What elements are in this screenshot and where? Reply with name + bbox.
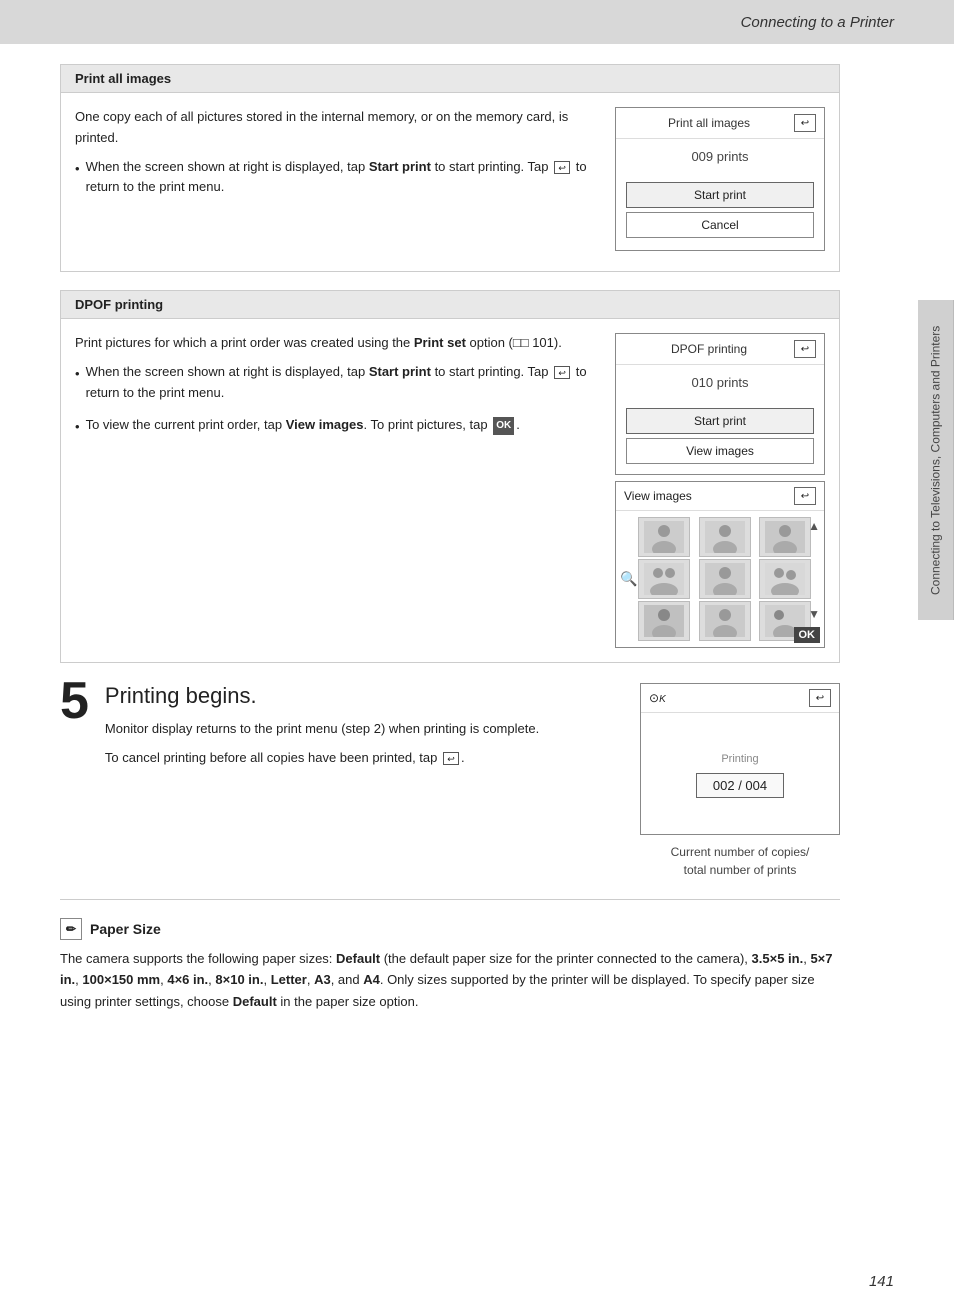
print-all-images-bullet: • When the screen shown at right is disp…	[75, 157, 599, 199]
start-print-btn-dpof[interactable]: Start print	[626, 408, 814, 434]
print-all-images-header: Print all images	[61, 65, 839, 93]
bullet-dot-2: •	[75, 364, 80, 404]
dpof-extra-bullet-text: To view the current print order, tap Vie…	[86, 415, 520, 438]
dpof-printing-text: Print pictures for which a print order w…	[75, 333, 599, 648]
paper-size-section: ✏ Paper Size The camera supports the fol…	[60, 899, 840, 1012]
dpof-mockup: DPOF printing ↩ 010 prints Start print V…	[615, 333, 825, 475]
print-all-images-section: Print all images One copy each of all pi…	[60, 64, 840, 272]
step5-title: Printing begins.	[105, 683, 624, 709]
print-all-images-screen: Print all images ↩ 009 prints Start prin…	[615, 107, 825, 257]
print-all-images-text: One copy each of all pictures stored in …	[75, 107, 599, 257]
step5-section: 5 Printing begins. Monitor display retur…	[60, 683, 840, 879]
printing-body: Printing 002 / 004	[641, 713, 839, 834]
paper-size-text: The camera supports the following paper …	[60, 948, 840, 1012]
dpof-screens: DPOF printing ↩ 010 prints Start print V…	[615, 333, 825, 648]
image-cell-5	[699, 559, 751, 599]
dpof-description: Print pictures for which a print order w…	[75, 333, 599, 354]
print-all-images-title: Print all images	[75, 71, 171, 86]
image-cell-7	[638, 601, 690, 641]
header-bar: Connecting to a Printer	[0, 0, 954, 44]
screen-title-pai: Print all images	[624, 116, 794, 130]
scroll-down-icon: ▼	[808, 607, 820, 621]
return-icon-3: ↩	[443, 752, 459, 765]
printing-screen-header: ⊙K ↩	[641, 684, 839, 713]
image-cell-6	[759, 559, 811, 599]
cancel-btn-pai[interactable]: Cancel	[626, 212, 814, 238]
printing-label: Printing	[721, 753, 758, 765]
image-cell-8	[699, 601, 751, 641]
note-icon: ✏	[60, 918, 82, 940]
print-all-images-description: One copy each of all pictures stored in …	[75, 107, 599, 149]
dpof-bullet-text: When the screen shown at right is displa…	[86, 362, 599, 404]
ok-button-view[interactable]: OK	[794, 627, 821, 643]
print-all-images-bullet-text: When the screen shown at right is displa…	[86, 157, 599, 199]
view-images-screen: View images ↩ 🔍	[615, 481, 825, 648]
scroll-up-icon: ▲	[808, 519, 820, 533]
view-images-header: View images ↩	[616, 482, 824, 511]
paper-size-header: ✏ Paper Size	[60, 918, 840, 940]
paper-size-title: Paper Size	[90, 921, 161, 937]
dpof-bullet-1: • When the screen shown at right is disp…	[75, 362, 599, 404]
step5-text1: Monitor display returns to the print men…	[105, 719, 624, 740]
step5-text2: To cancel printing before all copies hav…	[105, 748, 624, 769]
image-cell-1	[638, 517, 690, 557]
progress-box: 002 / 004	[696, 773, 784, 798]
camera-icon: ⊙K	[649, 691, 666, 705]
dpof-printing-header: DPOF printing	[61, 291, 839, 319]
screen-prints-pai: 009 prints	[616, 139, 824, 178]
bullet-dot: •	[75, 159, 80, 199]
start-print-btn-pai[interactable]: Start print	[626, 182, 814, 208]
dpof-screen-prints: 010 prints	[616, 365, 824, 404]
print-all-images-mockup: Print all images ↩ 009 prints Start prin…	[615, 107, 825, 251]
return-icon-2: ↩	[554, 366, 570, 379]
view-images-title: View images	[624, 489, 692, 503]
page: Connecting to a Printer Connecting to Te…	[0, 0, 954, 1314]
dpof-screen-header: DPOF printing ↩	[616, 334, 824, 365]
printing-screen: ⊙K ↩ Printing 002 / 004	[640, 683, 840, 835]
ok-inline: OK	[493, 417, 514, 435]
header-title: Connecting to a Printer	[741, 14, 894, 31]
image-cell-4	[638, 559, 690, 599]
side-tab: Connecting to Televisions, Computers and…	[918, 300, 954, 620]
dpof-printing-section: DPOF printing Print pictures for which a…	[60, 290, 840, 663]
zoom-icon: 🔍	[620, 571, 637, 588]
step5-content: Printing begins. Monitor display returns…	[105, 683, 624, 777]
print-all-images-body: One copy each of all pictures stored in …	[61, 93, 839, 271]
image-cell-2	[699, 517, 751, 557]
dpof-printing-body: Print pictures for which a print order w…	[61, 319, 839, 662]
main-content: Print all images One copy each of all pi…	[0, 44, 910, 1032]
dpof-printing-title: DPOF printing	[75, 297, 163, 312]
dpof-screen-title: DPOF printing	[624, 342, 794, 356]
side-tab-text: Connecting to Televisions, Computers and…	[929, 325, 943, 594]
back-icon-printing: ↩	[809, 689, 831, 707]
screen-header: Print all images ↩	[616, 108, 824, 139]
step-number: 5	[60, 675, 89, 727]
dpof-bullet-2: • To view the current print order, tap V…	[75, 415, 599, 438]
back-icon-dpof: ↩	[794, 340, 816, 358]
page-number: 141	[869, 1273, 894, 1290]
printing-caption: Current number of copies/total number of…	[671, 843, 810, 879]
back-icon-pai: ↩	[794, 114, 816, 132]
bullet-dot-3: •	[75, 417, 80, 438]
return-icon: ↩	[554, 161, 570, 174]
back-icon-view: ↩	[794, 487, 816, 505]
image-cell-3	[759, 517, 811, 557]
view-images-btn-dpof[interactable]: View images	[626, 438, 814, 464]
